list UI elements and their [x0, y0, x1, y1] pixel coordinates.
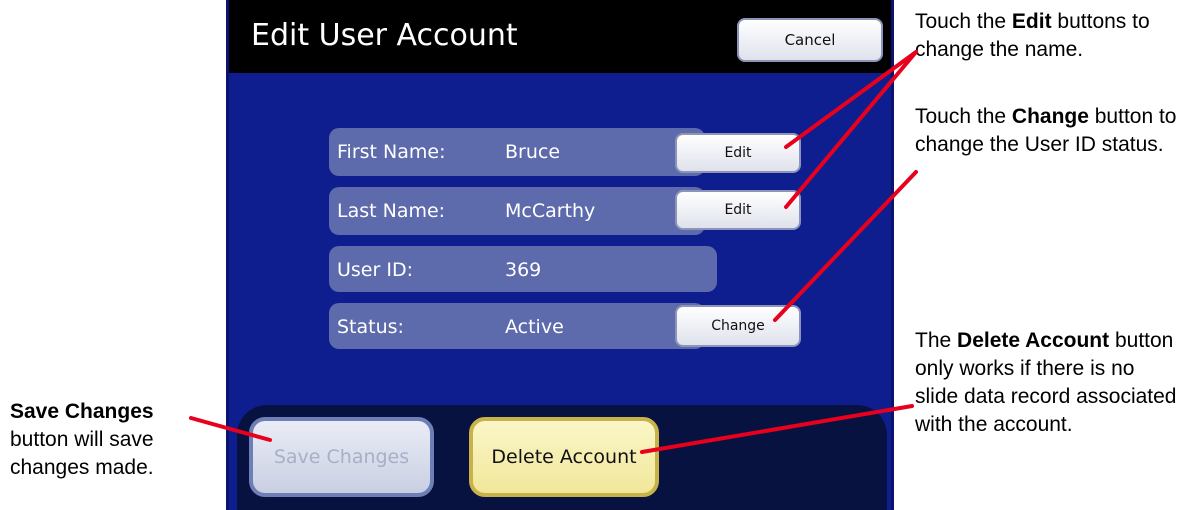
edit-note-pre: Touch the	[915, 10, 1012, 33]
edit-buttons-annotation: Touch the Edit buttons to change the nam…	[915, 8, 1177, 64]
delete-account-annotation: The Delete Account button only works if …	[915, 327, 1177, 439]
delete-note-pre: The	[915, 329, 958, 352]
change-button-annotation: Touch the Change button to change the Us…	[915, 103, 1177, 159]
last-name-value: McCarthy	[505, 200, 596, 222]
first-name-label: First Name:	[337, 141, 446, 163]
save-changes-annotation: Save Changes button will save changes ma…	[10, 398, 210, 482]
user-id-value: 369	[505, 259, 542, 281]
first-name-value: Bruce	[505, 141, 561, 163]
cancel-button[interactable]: Cancel	[737, 18, 883, 62]
user-id-row: User ID: 369	[329, 246, 717, 292]
change-status-button[interactable]: Change	[675, 305, 801, 347]
first-name-row: First Name: Bruce	[329, 128, 705, 176]
last-name-row: Last Name: McCarthy	[329, 187, 705, 235]
save-note-post: button will save changes made.	[10, 428, 154, 479]
change-note-pre: Touch the	[915, 105, 1012, 128]
change-note-bold: Change	[1011, 105, 1089, 128]
user-id-label: User ID:	[337, 259, 413, 281]
delete-note-bold: Delete Account	[957, 329, 1110, 352]
save-changes-button[interactable]: Save Changes	[249, 417, 434, 497]
delete-account-button[interactable]: Delete Account	[469, 417, 659, 497]
page-title: Edit User Account	[251, 18, 518, 53]
edit-user-account-screen: Edit User Account Cancel First Name: Bru…	[226, 0, 894, 510]
last-name-label: Last Name:	[337, 200, 446, 222]
edit-note-bold: Edit	[1011, 10, 1052, 33]
edit-last-name-button[interactable]: Edit	[675, 190, 801, 230]
edit-first-name-button[interactable]: Edit	[675, 133, 801, 173]
title-bar: Edit User Account Cancel	[229, 0, 891, 73]
status-row: Status: Active	[329, 303, 705, 349]
status-value: Active	[505, 316, 564, 338]
save-note-bold: Save Changes	[10, 400, 154, 423]
status-label: Status:	[337, 316, 404, 338]
